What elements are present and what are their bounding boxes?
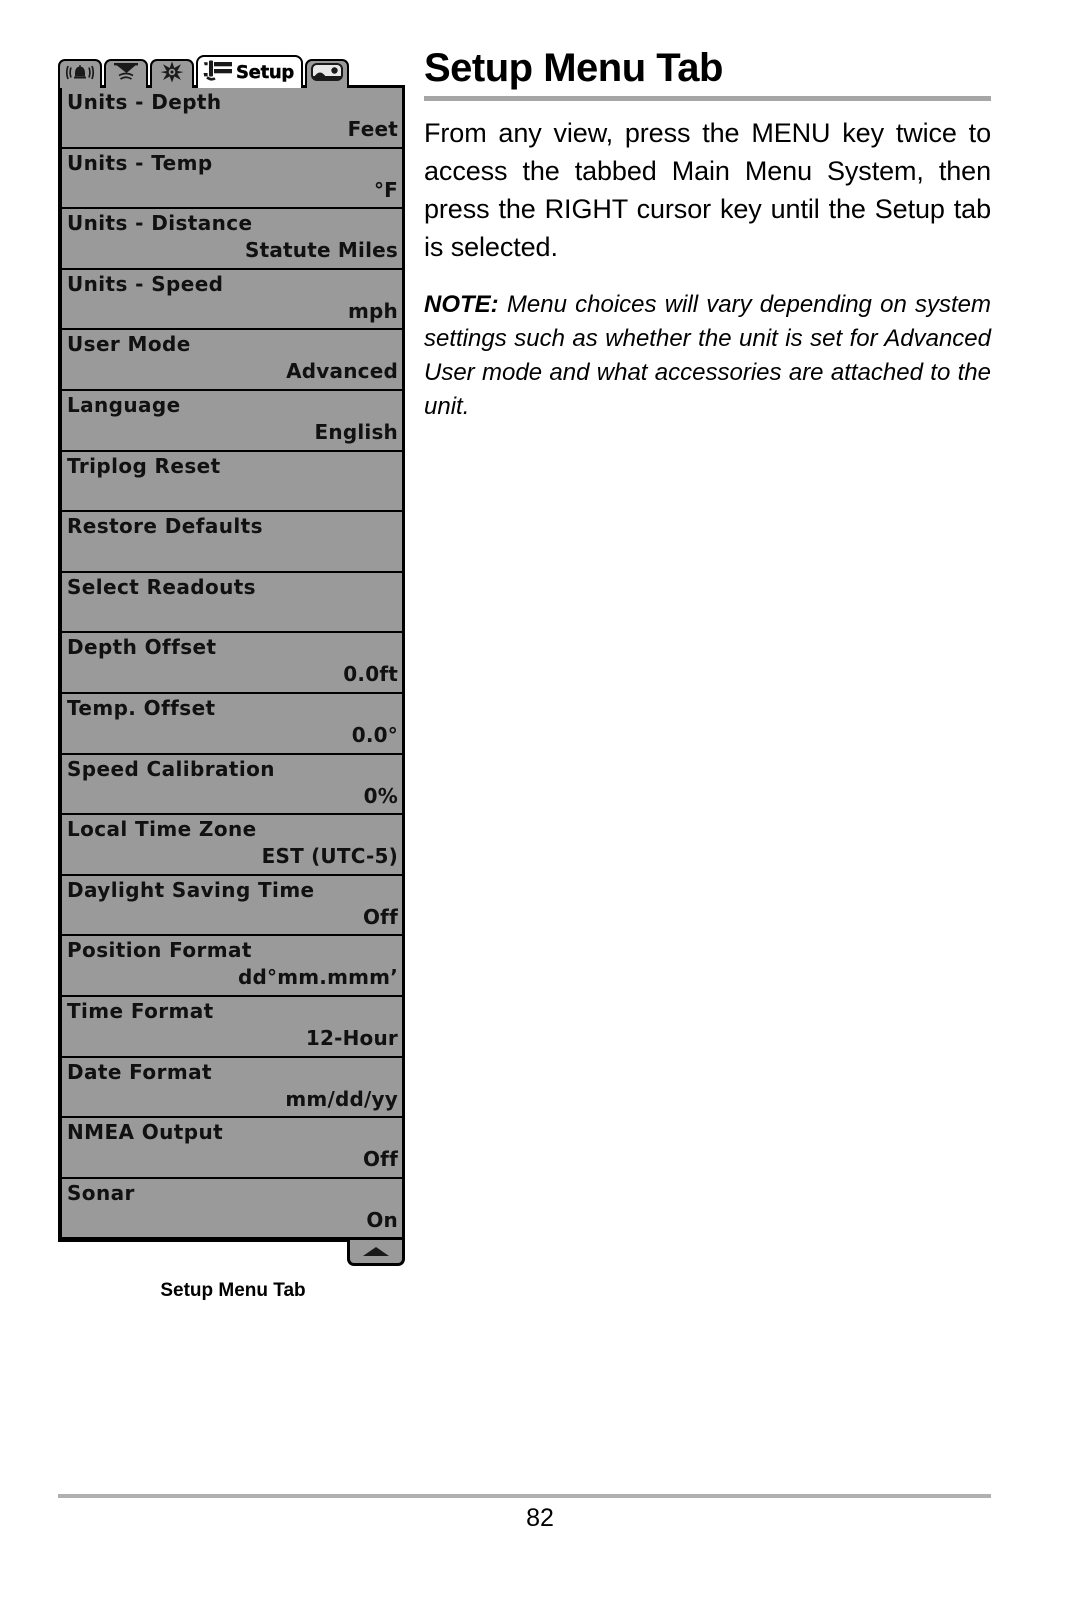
menu-item-label: Temp. Offset — [67, 695, 216, 720]
tab-accessories[interactable] — [150, 59, 194, 88]
tab-views[interactable] — [304, 59, 349, 88]
menu-item-daylight-saving-time[interactable]: Daylight Saving Time Off — [61, 876, 402, 937]
menu-item-value: English — [314, 419, 398, 444]
menu-item-label: Restore Defaults — [67, 514, 263, 539]
setup-menu-panel[interactable]: Units - Depth Feet Units - Temp °F Units… — [58, 85, 405, 1267]
menu-item-label: Speed Calibration — [67, 756, 275, 781]
menu-item-value: mm/dd/yy — [285, 1086, 398, 1111]
menu-item-speed-calibration[interactable]: Speed Calibration 0% — [61, 755, 402, 816]
menu-item-units-temp[interactable]: Units - Temp °F — [61, 149, 402, 210]
menu-item-value: Off — [362, 904, 398, 929]
menu-item-label: Date Format — [67, 1059, 212, 1084]
menu-item-label: Units - Temp — [67, 150, 213, 175]
main-menu-tab-strip[interactable]: Setup — [58, 54, 408, 88]
menu-item-units-distance[interactable]: Units - Distance Statute Miles — [61, 209, 402, 270]
menu-item-label: NMEA Output — [67, 1120, 224, 1145]
menu-item-value — [67, 601, 398, 628]
brightness-star-icon — [160, 61, 184, 88]
menu-item-value: 0% — [363, 783, 398, 808]
menu-item-label: Daylight Saving Time — [67, 877, 315, 902]
menu-item-label: Time Format — [67, 998, 214, 1023]
note-label: NOTE: — [424, 291, 499, 318]
menu-item-value: Statute Miles — [244, 238, 398, 263]
menu-item-units-depth[interactable]: Units - Depth Feet — [61, 88, 402, 149]
menu-item-label: Units - Depth — [67, 90, 222, 114]
note-text: Menu choices will vary depending on syst… — [424, 291, 992, 420]
menu-item-depth-offset[interactable]: Depth Offset 0.0ft — [61, 633, 402, 694]
tab-setup[interactable]: Setup — [196, 55, 303, 88]
menu-item-local-time-zone[interactable]: Local Time Zone EST (UTC-5) — [61, 815, 402, 876]
menu-item-label: Local Time Zone — [67, 817, 257, 842]
menu-item-position-format[interactable]: Position Format dd°mm.mmm’ — [61, 936, 402, 997]
footer-divider — [58, 1494, 991, 1498]
menu-item-value — [67, 540, 398, 567]
menu-item-value: °F — [373, 177, 398, 202]
menu-item-label: Sonar — [67, 1180, 135, 1205]
menu-item-value: Feet — [347, 117, 398, 141]
page-number: 82 — [526, 1504, 554, 1532]
tab-setup-label: Setup — [236, 61, 295, 83]
menu-item-sonar[interactable]: Sonar On — [61, 1179, 402, 1240]
menu-item-value: dd°mm.mmm’ — [237, 965, 398, 990]
menu-item-date-format[interactable]: Date Format mm/dd/yy — [61, 1058, 402, 1119]
sonar-cone-icon — [112, 62, 140, 87]
title-divider — [424, 96, 991, 101]
menu-item-label: Depth Offset — [67, 635, 217, 660]
menu-item-label: Language — [67, 392, 181, 417]
scroll-up-arrow-icon — [363, 1247, 389, 1257]
scroll-up-button[interactable] — [347, 1240, 405, 1267]
menu-item-label: Triplog Reset — [67, 453, 221, 478]
page-title: Setup Menu Tab — [424, 46, 723, 90]
menu-item-value: On — [366, 1207, 398, 1232]
menu-item-user-mode[interactable]: User Mode Advanced — [61, 330, 402, 391]
menu-item-restore-defaults[interactable]: Restore Defaults — [61, 512, 402, 573]
menu-item-temp-offset[interactable]: Temp. Offset 0.0° — [61, 694, 402, 755]
menu-item-triplog-reset[interactable]: Triplog Reset — [61, 452, 402, 513]
note-paragraph: NOTE: Menu choices will vary depending o… — [424, 288, 991, 424]
alarm-bell-icon — [65, 63, 95, 87]
menu-item-units-speed[interactable]: Units - Speed mph — [61, 270, 402, 331]
content-column: Setup Menu Tab From any view, press the … — [424, 46, 991, 424]
menu-item-label: Units - Distance — [67, 211, 253, 236]
menu-item-language[interactable]: Language English — [61, 391, 402, 452]
menu-item-nmea-output[interactable]: NMEA Output Off — [61, 1118, 402, 1179]
menu-item-select-readouts[interactable]: Select Readouts — [61, 573, 402, 634]
menu-item-value: 12-Hour — [305, 1025, 398, 1050]
menu-item-label: Units - Speed — [67, 271, 224, 296]
menu-item-value: Advanced — [286, 359, 398, 384]
menu-item-label: Position Format — [67, 938, 252, 963]
menu-item-value: Off — [362, 1147, 398, 1172]
menu-item-value: mph — [348, 298, 398, 323]
menu-item-time-format[interactable]: Time Format 12-Hour — [61, 997, 402, 1058]
views-screen-icon — [310, 63, 343, 86]
menu-item-value: 0.0ft — [343, 662, 398, 687]
menu-item-label: Select Readouts — [67, 574, 256, 599]
figure-caption: Setup Menu Tab — [160, 1280, 306, 1302]
setup-wrench-icon — [203, 60, 233, 86]
menu-item-value: 0.0° — [351, 722, 398, 747]
tab-sonar[interactable] — [104, 59, 148, 88]
tab-alarms[interactable] — [58, 59, 102, 88]
menu-item-value — [67, 480, 398, 507]
setup-menu-figure: Setup Units - Depth Feet Units - Temp °F — [58, 54, 408, 1302]
intro-paragraph: From any view, press the MENU key twice … — [424, 118, 991, 262]
menu-item-value: EST (UTC-5) — [261, 844, 398, 869]
menu-item-label: User Mode — [67, 332, 191, 357]
